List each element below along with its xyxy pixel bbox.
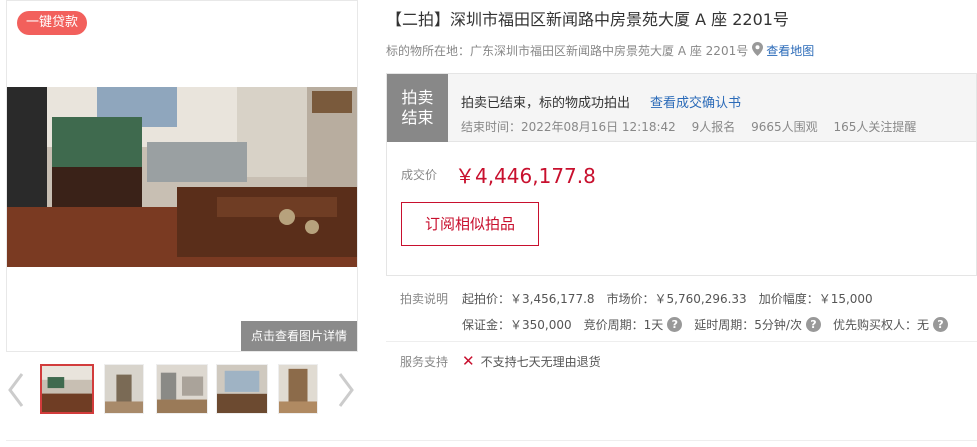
extension-period: 延时周期：5分钟/次 [694, 318, 802, 332]
loan-badge[interactable]: 一键贷款 [17, 11, 88, 35]
status-message-row: 拍卖已结束，标的物成功拍出 查看成交确认书 [461, 92, 741, 111]
extension-group: 延时周期：5分钟/次? [694, 316, 821, 333]
start-price: 起拍价：￥3,456,177.8 [462, 292, 595, 306]
signup-count: 9人报名 [691, 120, 736, 134]
auction-status-panel: 拍卖 结束 拍卖已结束，标的物成功拍出 查看成交确认书 结束时间：2022年08月… [386, 73, 977, 276]
priority-group: 优先购买权人：无? [833, 316, 948, 333]
thumbnail[interactable] [278, 364, 318, 414]
description-row-2: 保证金：￥350,000 竞价周期：1天? 延时周期：5分钟/次? 优先购买权人… [462, 316, 960, 333]
bid-period-group: 竞价周期：1天? [584, 316, 683, 333]
view-photo-details-button[interactable]: 点击查看图片详情 [241, 321, 357, 351]
status-tag-line2: 结束 [401, 108, 434, 127]
subscribe-similar-button[interactable]: 订阅相似拍品 [401, 202, 539, 246]
deal-confirmation-link[interactable]: 查看成交确认书 [650, 96, 741, 111]
view-map-link[interactable]: 查看地图 [766, 42, 814, 59]
description-row-1: 起拍价：￥3,456,177.8 市场价：￥5,760,296.33 加价幅度：… [462, 290, 885, 307]
thumbnail[interactable] [156, 364, 208, 414]
help-icon[interactable]: ? [667, 317, 683, 332]
status-tag: 拍卖 结束 [387, 74, 448, 142]
prev-arrow-icon[interactable] [6, 372, 26, 408]
end-time: 结束时间：2022年08月16日 12:18:42 [461, 120, 676, 134]
deposit: 保证金：￥350,000 [462, 318, 572, 332]
thumbnail[interactable] [40, 364, 94, 414]
help-icon[interactable]: ? [932, 317, 948, 332]
bid-increment: 加价幅度：￥15,000 [758, 292, 873, 306]
location-label: 标的物所在地： [386, 44, 471, 58]
item-location: 标的物所在地： 广东深圳市福田区新闻路中房景苑大厦 A 座 2201号 查看地图 [386, 42, 814, 59]
deal-price-label: 成交价 [401, 168, 438, 182]
bid-period: 竞价周期：1天 [583, 318, 664, 332]
status-header: 拍卖 结束 拍卖已结束，标的物成功拍出 查看成交确认书 结束时间：2022年08月… [387, 74, 976, 142]
description-label: 拍卖说明 [400, 292, 449, 306]
bottom-divider [6, 440, 977, 441]
map-pin-icon[interactable] [752, 42, 764, 59]
thumbnail[interactable] [104, 364, 144, 414]
deal-price: ￥4,446,177.8 [455, 164, 596, 188]
item-title: 【二拍】深圳市福田区新闻路中房景苑大厦 A 座 2201号 [386, 10, 789, 29]
image-gallery: 一键贷款 点击查看图片详情 [6, 0, 358, 352]
thumbnail-strip [6, 360, 358, 418]
service-value: ✕ 不支持七天无理由退货 [462, 352, 601, 370]
status-tag-line1: 拍卖 [401, 88, 434, 107]
market-price: 市场价：￥5,760,296.33 [606, 292, 747, 306]
service-label: 服务支持 [400, 355, 449, 369]
auction-item-page: 一键贷款 点击查看图片详情 【二拍】深圳市福田区新闻路中房景苑大厦 A 座 22… [0, 0, 977, 447]
viewer-count: 9665人围观 [751, 120, 818, 134]
next-arrow-icon[interactable] [336, 372, 356, 408]
status-message: 拍卖已结束，标的物成功拍出 [461, 96, 631, 111]
status-stats-row: 结束时间：2022年08月16日 12:18:42 9人报名 9665人围观 1… [461, 118, 928, 135]
help-icon[interactable]: ? [805, 317, 821, 332]
main-photo[interactable] [7, 87, 357, 267]
location-value: 广东深圳市福田区新闻路中房景苑大厦 A 座 2201号 [470, 44, 749, 58]
thumbnail[interactable] [216, 364, 268, 414]
watcher-count: 165人关注提醒 [833, 120, 917, 134]
service-text: 不支持七天无理由退货 [480, 354, 601, 369]
cross-icon: ✕ [462, 352, 475, 370]
divider [386, 341, 977, 342]
priority-buyer: 优先购买权人：无 [832, 318, 929, 332]
